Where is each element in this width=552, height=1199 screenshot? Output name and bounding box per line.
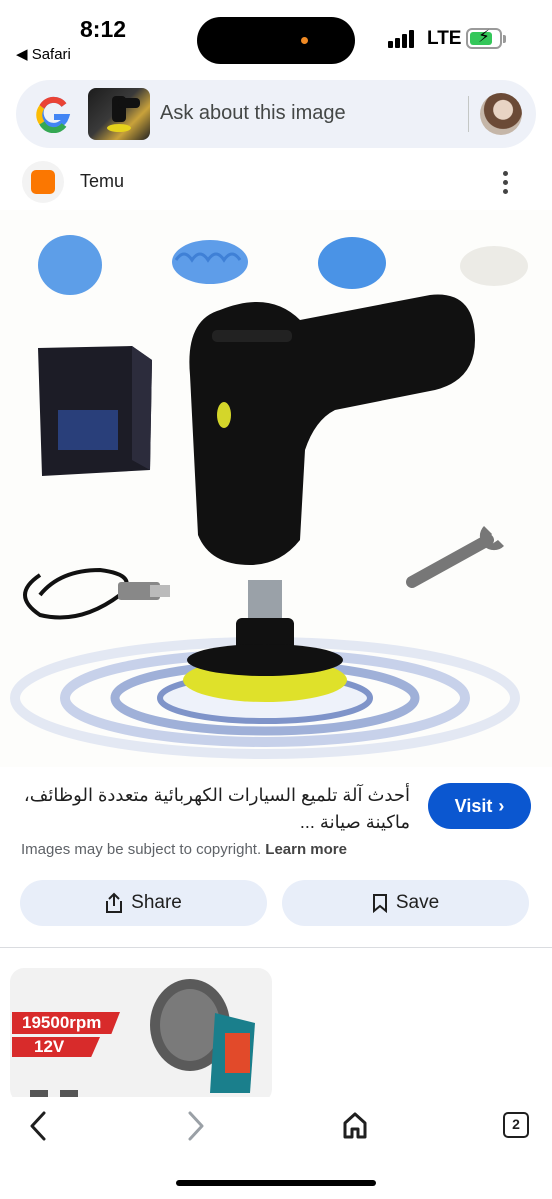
section-divider bbox=[0, 947, 552, 948]
network-type: LTE bbox=[427, 28, 462, 49]
grinder-image bbox=[150, 979, 255, 1093]
clock: 8:12 bbox=[80, 16, 127, 42]
cellular-signal-icon bbox=[388, 30, 418, 48]
tabs-button[interactable]: 2 bbox=[500, 1109, 544, 1143]
rpm-tag: 19500rpm bbox=[12, 1012, 120, 1034]
bookmark-icon bbox=[372, 894, 387, 913]
source-name[interactable]: Temu bbox=[80, 171, 124, 192]
related-image-card[interactable]: 19500rpm 12V bbox=[10, 968, 272, 1103]
tabs-count: 2 bbox=[503, 1112, 529, 1138]
copyright-text: Images may be subject to copyright. bbox=[21, 841, 262, 858]
home-icon[interactable] bbox=[338, 1109, 382, 1143]
source-row[interactable]: Temu bbox=[0, 158, 552, 208]
account-avatar[interactable] bbox=[480, 93, 522, 135]
lens-search-bar[interactable]: Ask about this image bbox=[16, 80, 536, 148]
back-arrow-icon[interactable] bbox=[22, 1109, 66, 1143]
share-button[interactable]: Share bbox=[20, 880, 267, 926]
voltage-tag: 12V bbox=[12, 1037, 100, 1057]
save-label: Save bbox=[395, 892, 440, 913]
save-button[interactable]: Save bbox=[282, 880, 529, 926]
search-image-thumbnail[interactable] bbox=[88, 88, 150, 140]
home-indicator[interactable] bbox=[176, 1180, 376, 1186]
learn-more-link[interactable]: Learn more bbox=[265, 841, 347, 858]
copyright-notice: Images may be subject to copyright. Lear… bbox=[21, 841, 347, 858]
divider bbox=[468, 96, 469, 132]
visit-label: Visit bbox=[454, 795, 493, 816]
battery-cap bbox=[503, 35, 506, 43]
share-label: Share bbox=[131, 892, 182, 913]
battery-charging-icon: ⚡ bbox=[466, 27, 502, 49]
ask-image-input[interactable]: Ask about this image bbox=[160, 102, 346, 125]
more-vertical-icon[interactable] bbox=[498, 168, 514, 198]
result-caption[interactable]: أحدث آلة تلميع السيارات الكهربائية متعدد… bbox=[20, 782, 410, 836]
temu-logo-icon bbox=[22, 161, 64, 203]
status-bar: 8:12 ◀ Safari LTE ⚡ bbox=[0, 0, 552, 70]
product-image[interactable] bbox=[0, 210, 552, 767]
back-to-safari-link[interactable]: ◀ Safari bbox=[16, 45, 71, 63]
share-icon bbox=[106, 892, 123, 913]
browser-toolbar: 2 bbox=[0, 1097, 552, 1199]
chevron-right-icon: › bbox=[498, 795, 505, 816]
recording-indicator-icon bbox=[301, 37, 308, 44]
dynamic-island bbox=[197, 17, 355, 64]
visit-button[interactable]: Visit › bbox=[428, 783, 531, 829]
forward-arrow-icon[interactable] bbox=[178, 1109, 222, 1143]
google-lens-logo-icon[interactable] bbox=[34, 95, 72, 133]
